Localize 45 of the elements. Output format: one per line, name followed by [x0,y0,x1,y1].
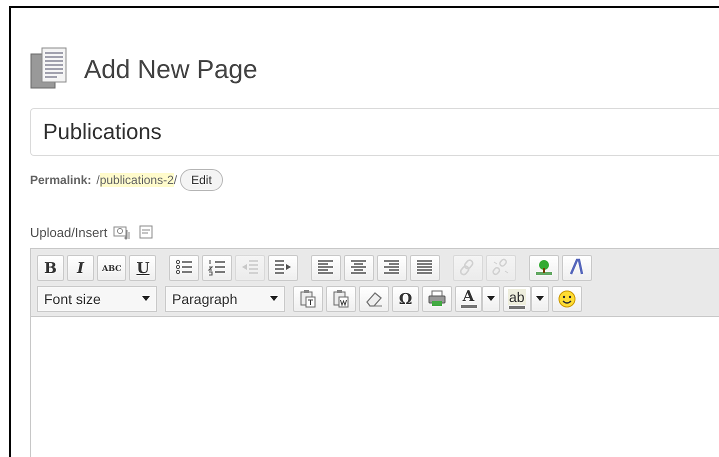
caret-icon[interactable] [270,296,278,301]
numbered-list-icon [207,258,228,277]
caret-icon[interactable] [487,296,495,301]
align-left-button[interactable] [311,254,342,280]
paste-text-icon [298,289,318,308]
smiley-button[interactable] [552,286,582,312]
paste-word-button[interactable] [326,286,356,312]
paste-word-icon [331,289,351,308]
bold-button[interactable]: B [37,254,64,280]
permalink-label: Permalink: [30,173,92,187]
title-input-field[interactable]: Publications [30,108,719,156]
media-icon[interactable] [113,224,132,240]
page-title: Add New Page [84,54,258,84]
tree-picture-button[interactable] [529,254,560,280]
highlight-button[interactable]: ab [503,286,531,312]
edit-button[interactable]: Edit [180,169,223,191]
align-center-button[interactable] [344,254,374,280]
underline-button[interactable]: U [129,254,156,280]
caret-icon[interactable] [142,296,150,301]
strike-button[interactable]: ABC [97,254,126,280]
bullet-list-button[interactable] [169,254,200,280]
text-color-button[interactable]: A [455,286,482,312]
smiley-icon [556,289,577,308]
paste-text-button[interactable] [293,286,323,312]
align-right-button[interactable] [377,254,408,280]
document-icon[interactable] [137,224,156,240]
caret-icon[interactable] [536,296,544,301]
special-character-button[interactable]: Ω [392,286,419,312]
indent-button[interactable] [268,254,298,280]
upload-insert-label: Upload/Insert [30,224,108,240]
eraser-button[interactable] [359,286,389,312]
italic-button[interactable]: I [67,254,94,280]
numbered-list-button[interactable] [202,254,232,280]
letter-button[interactable] [562,254,592,280]
bullet-list-icon [174,258,194,277]
justify-button[interactable] [410,254,440,280]
dropdown-button[interactable] [530,286,549,312]
dropdown-button[interactable] [482,286,500,312]
printer-icon [427,289,447,308]
editor-area[interactable]: B I ABC U Font size Paragraph Ω A ab [30,248,719,457]
dropdown[interactable]: Font size [37,286,157,312]
dropdown[interactable]: Paragraph [165,286,285,312]
tree-picture-icon [534,258,554,277]
printer-button[interactable] [422,286,452,312]
pages-icon [30,47,68,91]
